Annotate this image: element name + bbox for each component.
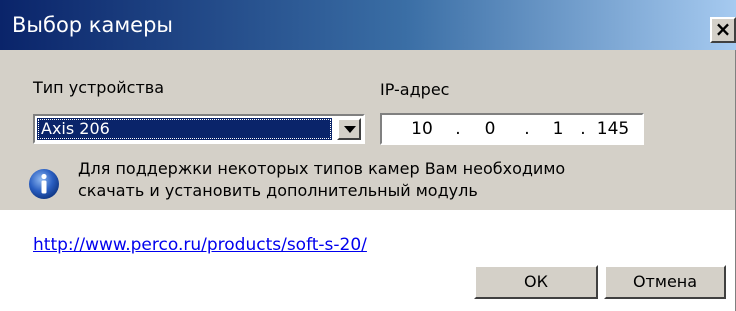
dropdown-arrow-button[interactable] (337, 118, 361, 140)
ip-separator-3: . (580, 119, 586, 139)
ok-button[interactable]: ОК (474, 265, 598, 299)
ip-separator-1: . (455, 119, 461, 139)
ip-octet-1[interactable]: 10 (402, 118, 442, 140)
cancel-button[interactable]: Отмена (604, 265, 726, 299)
info-message-line-1: Для поддержки некоторых типов камер Вам … (78, 159, 566, 178)
ip-octet-2[interactable]: 0 (470, 118, 510, 140)
ip-address-field[interactable]: 10 . 0 . 1 . 145 (380, 113, 644, 145)
camera-select-dialog: Выбор камеры × Тип устройства IP-адрес A… (0, 0, 736, 311)
close-button[interactable]: × (710, 17, 736, 43)
chevron-down-icon (344, 126, 356, 133)
device-type-selected-value: Axis 206 (37, 118, 332, 140)
device-type-select[interactable]: Axis 206 (33, 114, 365, 144)
device-type-label: Тип устройства (33, 78, 164, 97)
window-title: Выбор камеры (12, 13, 174, 37)
info-message-line-2: скачать и установить дополнительный моду… (78, 181, 478, 200)
ip-address-label: IP-адрес (380, 80, 450, 99)
ip-octet-3[interactable]: 1 (538, 118, 578, 140)
download-link[interactable]: http://www.perco.ru/products/soft-s-20/ (33, 234, 367, 256)
title-bar: Выбор камеры × (0, 0, 736, 50)
info-message: Для поддержки некоторых типов камер Вам … (78, 158, 698, 202)
ip-separator-2: . (524, 119, 530, 139)
ip-octet-4[interactable]: 145 (590, 118, 636, 140)
info-icon (29, 169, 59, 199)
